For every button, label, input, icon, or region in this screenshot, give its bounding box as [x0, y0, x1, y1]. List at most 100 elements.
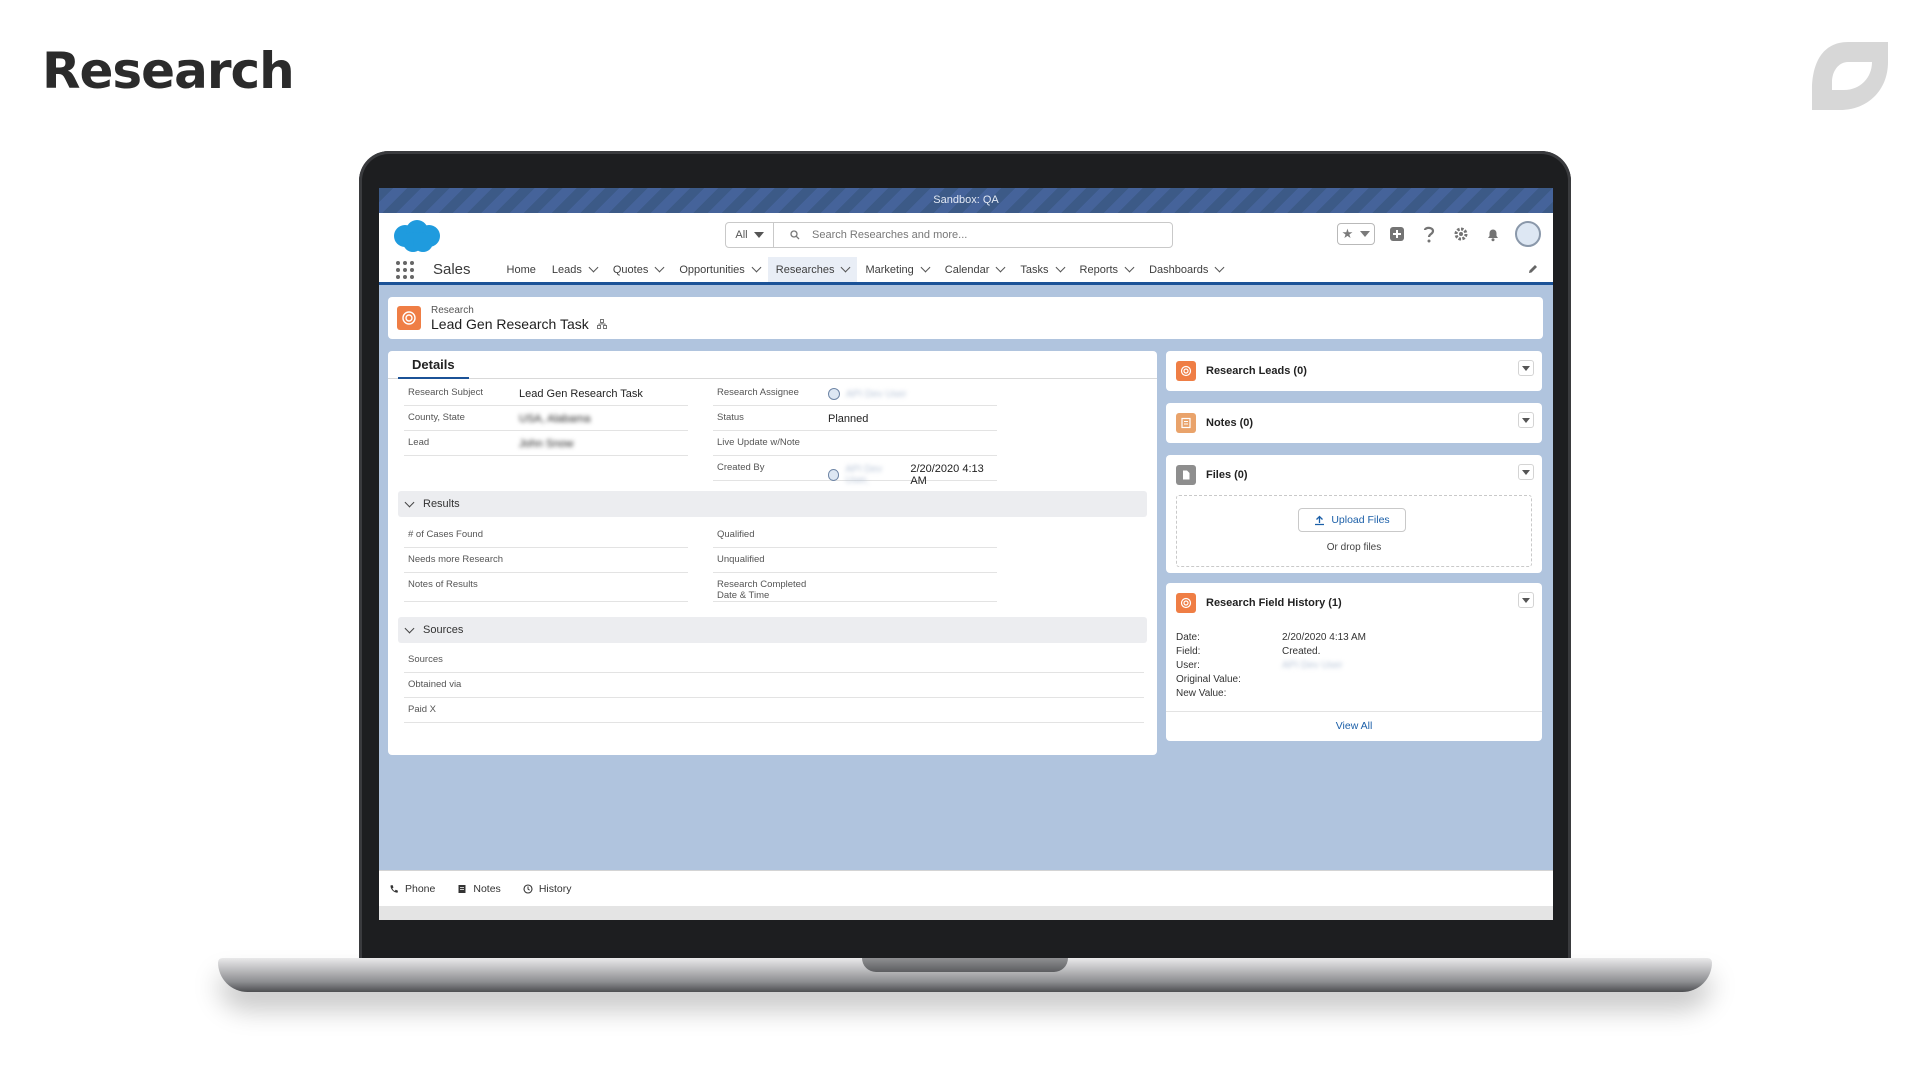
nav-tab-label: Home — [506, 263, 536, 276]
utility-label: History — [538, 882, 572, 895]
related-list-title[interactable]: Research Leads (0) — [1206, 365, 1307, 377]
related-list-title[interactable]: Files (0) — [1206, 469, 1248, 481]
history-row: Original Value: — [1176, 673, 1366, 687]
history-key: Original Value: — [1176, 674, 1241, 685]
dropdown-menu-button[interactable] — [1518, 412, 1534, 428]
utility-label: Phone — [405, 882, 436, 895]
details-tab-bar: Details — [388, 351, 1157, 379]
nav-tab-label: Marketing — [865, 263, 914, 276]
chevron-down-icon[interactable] — [654, 262, 665, 273]
field-needs-more-research: Needs more Research — [404, 548, 688, 573]
field-created-by: Created By API Dev User, 2/20/2020 4:13 … — [713, 456, 997, 487]
research-object-icon — [397, 306, 421, 330]
nav-tab-researches[interactable]: Researches — [767, 257, 858, 285]
chevron-down-icon[interactable] — [841, 262, 851, 273]
search-scope-label: All — [735, 229, 748, 241]
related-files: Files (0) Upload Files Or drop files — [1166, 455, 1542, 573]
hierarchy-icon[interactable] — [596, 318, 607, 329]
dropdown-menu-button[interactable] — [1518, 592, 1534, 608]
nav-tab-label: Leads — [551, 263, 582, 276]
nav-tab-opportunities[interactable]: Opportunities — [671, 257, 767, 282]
nav-tab-calendar[interactable]: Calendar — [937, 257, 1013, 282]
field-label: # of Cases Found — [408, 529, 483, 540]
history-row: User: API Dev User — [1176, 659, 1366, 673]
field-label: Needs more Research — [408, 554, 504, 565]
field-value-blurred[interactable]: John Snow — [519, 438, 573, 450]
favorites-button[interactable]: ★ — [1337, 223, 1375, 245]
details-card: Details Research Subject Lead Gen Resear… — [388, 351, 1157, 755]
notifications-bell-icon[interactable] — [1483, 224, 1503, 244]
utility-notes[interactable]: Notes — [457, 882, 501, 895]
nav-tab-reports[interactable]: Reports — [1072, 257, 1142, 282]
pencil-edit-icon[interactable] — [1527, 263, 1539, 275]
field-value[interactable]: API Dev User — [828, 388, 907, 400]
utility-phone[interactable]: Phone — [389, 883, 435, 895]
field-history-record: Date: 2/20/2020 4:13 AM Field: Created. Us… — [1176, 631, 1366, 701]
nav-tab-quotes[interactable]: Quotes — [605, 257, 671, 282]
nav-tab-label: Dashboards — [1149, 263, 1209, 276]
nav-tab-label: Calendar — [944, 263, 990, 276]
global-search: All Search Researches and more... — [725, 222, 1173, 248]
chevron-down-icon[interactable] — [751, 262, 762, 273]
field-label: Obtained via — [408, 679, 462, 690]
clock-icon — [523, 883, 533, 894]
history-key: New Value: — [1176, 688, 1227, 699]
salesforce-cloud-icon[interactable] — [389, 218, 441, 254]
related-list-title[interactable]: Research Field History (1) — [1206, 597, 1342, 609]
field-county-state: County, State USA, Alabama — [404, 406, 688, 431]
chevron-down-icon[interactable] — [588, 262, 599, 273]
chevron-down-icon[interactable] — [1055, 262, 1065, 273]
search-placeholder: Search Researches and more... — [812, 229, 968, 241]
app-launcher-icon[interactable] — [391, 257, 419, 282]
related-research-leads: Research Leads (0) — [1166, 351, 1542, 391]
related-list-title[interactable]: Notes (0) — [1206, 417, 1253, 429]
dropdown-menu-button[interactable] — [1518, 360, 1534, 376]
user-avatar[interactable] — [1515, 221, 1541, 247]
field-research-completed: Research Completed Date & Time — [713, 573, 997, 602]
nav-tab-label: Reports — [1079, 263, 1119, 276]
chevron-down-icon[interactable] — [1214, 262, 1225, 273]
utility-history[interactable]: History — [523, 882, 572, 895]
search-scope-select[interactable]: All — [726, 223, 774, 247]
nav-tab-marketing[interactable]: Marketing — [857, 257, 936, 282]
nav-tab-leads[interactable]: Leads — [544, 257, 605, 282]
user-avatar-icon — [828, 388, 840, 400]
history-value: 2/20/2020 4:13 AM — [1282, 632, 1366, 643]
setup-gear-icon[interactable] — [1451, 224, 1471, 244]
section-sources-header[interactable]: Sources — [398, 617, 1147, 643]
record-page: Research Lead Gen Research Task Details … — [379, 285, 1553, 863]
research-object-icon — [1176, 593, 1196, 613]
app-name: Sales — [433, 261, 471, 278]
chevron-down-icon[interactable] — [995, 262, 1006, 273]
chevron-down-icon — [404, 497, 415, 507]
file-drop-zone[interactable]: Upload Files Or drop files — [1176, 495, 1532, 567]
chevron-down-icon[interactable] — [1124, 262, 1135, 273]
star-icon: ★ — [1341, 226, 1354, 241]
nav-tab-tasks[interactable]: Tasks — [1012, 257, 1071, 282]
field-label: Lead — [408, 437, 430, 448]
tab-details[interactable]: Details — [398, 357, 469, 379]
history-key: User: — [1176, 660, 1200, 671]
related-notes: Notes (0) — [1166, 403, 1542, 443]
field-cases-found: # of Cases Found — [404, 523, 688, 548]
help-icon[interactable] — [1419, 224, 1439, 244]
utility-label: Notes — [473, 882, 501, 895]
field-label: Research Completed Date & Time — [717, 579, 807, 601]
field-label: County, State — [408, 412, 465, 423]
upload-files-button[interactable]: Upload Files — [1298, 508, 1406, 532]
section-title: Sources — [423, 624, 464, 636]
drop-files-text: Or drop files — [1326, 542, 1382, 553]
creator-name-blurred[interactable]: API Dev User, — [845, 464, 904, 486]
nav-tab-dashboards[interactable]: Dashboards — [1141, 257, 1231, 282]
add-icon[interactable] — [1387, 224, 1407, 244]
field-paid-x: Paid X — [404, 698, 1144, 723]
history-value-blurred[interactable]: API Dev User — [1282, 659, 1343, 673]
chevron-down-icon[interactable] — [920, 262, 931, 273]
dropdown-menu-button[interactable] — [1518, 464, 1534, 480]
search-input[interactable]: Search Researches and more... — [774, 223, 1172, 247]
section-results-header[interactable]: Results — [398, 491, 1147, 517]
view-all-link[interactable]: View All — [1166, 711, 1542, 741]
caret-down-icon — [1360, 231, 1371, 237]
related-list-header: Research Field History (1) — [1166, 583, 1542, 623]
nav-tab-home[interactable]: Home — [499, 257, 544, 282]
